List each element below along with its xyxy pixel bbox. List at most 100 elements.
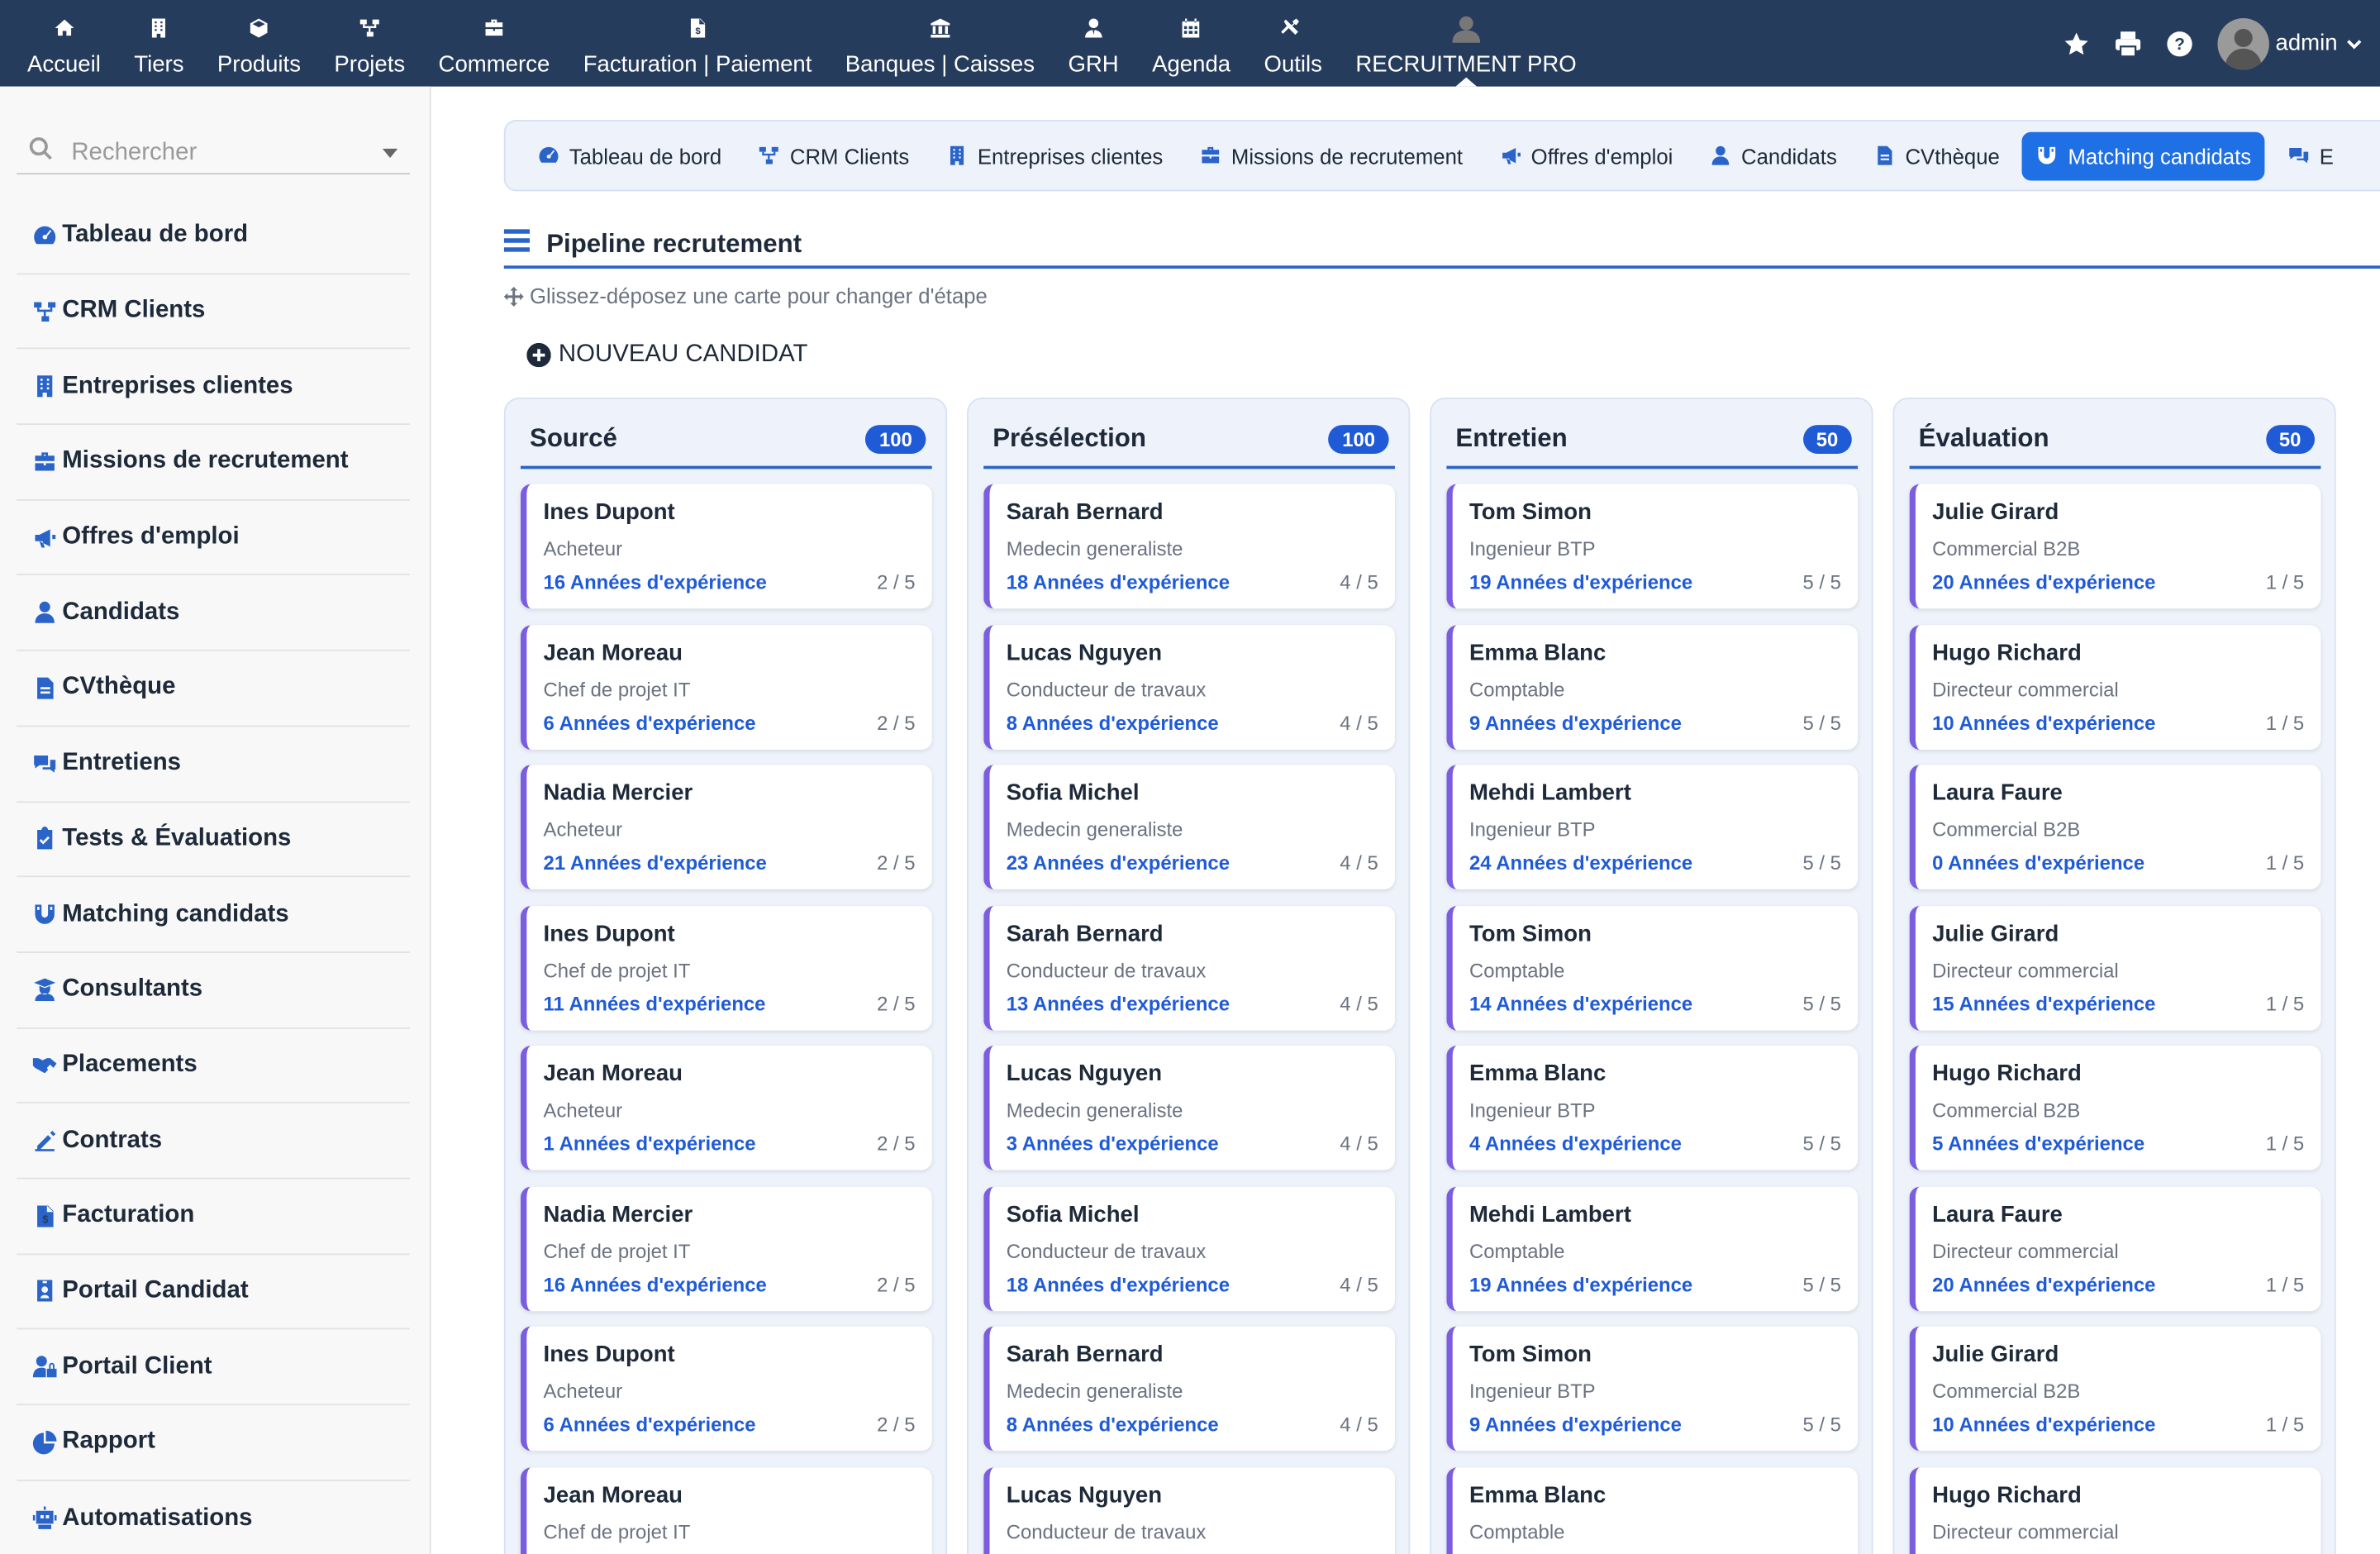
top-menu-item-projets[interactable]: Projets — [324, 0, 416, 87]
candidate-card[interactable]: Sarah Bernard Medecin generaliste 18 Année… — [983, 484, 1395, 609]
tab-cvth-que[interactable]: CVthèque — [1859, 131, 2013, 180]
crm-tree-icon — [758, 144, 781, 167]
candidate-score: 5 / 5 — [1802, 711, 1841, 734]
sidebar-item-offres-d-emploi[interactable]: Offres d'emploi — [17, 500, 410, 576]
tab-crm-clients[interactable]: CRM Clients — [745, 131, 923, 180]
candidate-role: Commercial B2B — [1932, 536, 2081, 560]
top-menu-item-agenda[interactable]: Agenda — [1141, 0, 1241, 87]
candidate-card[interactable]: Lucas Nguyen Conducteur de travaux 8 Année… — [983, 624, 1395, 750]
sidebar-item-missions-de-recrutement[interactable]: Missions de recrutement — [17, 425, 410, 501]
sidebar-item-crm-clients[interactable]: CRM Clients — [17, 274, 410, 350]
tab-candidats[interactable]: Candidats — [1696, 131, 1850, 180]
top-menu-item-grh[interactable]: GRH — [1058, 0, 1130, 87]
candidate-card[interactable]: Ines Dupont Chef de projet IT 11 Années d'… — [520, 905, 932, 1030]
candidate-card[interactable]: Emma Blanc Ingenieur BTP 4 Années d'expéri… — [1446, 1045, 1859, 1170]
candidate-experience: 18 Années d'expérience — [1006, 1272, 1230, 1295]
card-list: Ines Dupont Acheteur 16 Années d'expérienc… — [520, 484, 932, 1554]
sidebar-item-portail-candidat[interactable]: Portail Candidat — [17, 1255, 410, 1330]
candidate-role: Commercial B2B — [1932, 1099, 2081, 1122]
candidate-card[interactable]: Sofia Michel Medecin generaliste 23 Années… — [983, 765, 1395, 889]
sidebar-item-cvth-que[interactable]: CVthèque — [17, 651, 410, 727]
candidate-card[interactable]: Julie Girard Commercial B2B 10 Années d'ex… — [1909, 1326, 2321, 1452]
sidebar-item-consultants[interactable]: Consultants — [17, 953, 410, 1028]
candidate-score: 4 / 5 — [1340, 1413, 1378, 1436]
candidate-experience: 24 Années d'expérience — [1468, 851, 1693, 875]
candidate-card[interactable]: Sofia Michel Conducteur de travaux 18 Anné… — [983, 1185, 1395, 1311]
sidebar-item-contrats[interactable]: Contrats — [17, 1104, 410, 1180]
sidebar-item-automatisations[interactable]: Automatisations — [17, 1480, 410, 1554]
sidebar-item-label: Rapport — [62, 1428, 155, 1455]
chevron-down-icon[interactable] — [382, 148, 398, 158]
candidate-card[interactable]: Tom Simon Ingenieur BTP 19 Années d'expéri… — [1446, 484, 1859, 609]
candidate-card[interactable]: Mehdi Lambert Ingenieur BTP 24 Années d'ex… — [1446, 765, 1859, 889]
top-menu-item-facturation-paiement[interactable]: $ Facturation | Paiement — [573, 0, 822, 87]
candidate-card[interactable]: Ines Dupont Acheteur 6 Années d'expérience… — [520, 1326, 932, 1452]
top-menu-item-outils[interactable]: Outils — [1254, 0, 1333, 87]
candidate-card[interactable]: Sarah Bernard Conducteur de travaux 13 Ann… — [983, 905, 1395, 1030]
candidate-card[interactable]: Ines Dupont Acheteur 16 Années d'expérienc… — [520, 484, 932, 609]
candidate-card[interactable]: Laura Faure Commercial B2B 0 Années d'expé… — [1909, 765, 2321, 889]
candidate-card[interactable]: Mehdi Lambert Comptable 19 Années d'expéri… — [1446, 1185, 1859, 1311]
sidebar-item-candidats[interactable]: Candidats — [17, 576, 410, 651]
tab-e[interactable]: E — [2274, 131, 2348, 180]
candidate-card[interactable]: Tom Simon Comptable 14 Années d'expérience… — [1446, 905, 1859, 1030]
sidebar-search[interactable] — [17, 132, 410, 175]
top-menu-item-tiers[interactable]: Tiers — [123, 0, 194, 87]
candidate-card[interactable]: Lucas Nguyen Conducteur de travaux — [983, 1466, 1395, 1554]
candidate-card[interactable]: Lucas Nguyen Medecin generaliste 3 Années … — [983, 1045, 1395, 1170]
sidebar-item-placements[interactable]: Placements — [17, 1028, 410, 1104]
candidate-card[interactable]: Nadia Mercier Chef de projet IT 16 Années … — [520, 1185, 932, 1311]
sidebar-item-portail-client[interactable]: Portail Client — [17, 1330, 410, 1406]
kanban-column: Évaluation 50 Julie Girard Commercial B2B 20… — [1892, 398, 2336, 1554]
user-menu[interactable]: admin — [2217, 17, 2362, 69]
sidebar-item-label: Tableau de bord — [62, 222, 249, 248]
top-menu-item-banques-caisses[interactable]: Banques | Caisses — [835, 0, 1045, 87]
sidebar-item-entretiens[interactable]: Entretiens — [17, 727, 410, 803]
top-menu-item-produits[interactable]: Produits — [207, 0, 312, 87]
candidate-card[interactable]: Hugo Richard Commercial B2B 5 Années d'exp… — [1909, 1045, 2321, 1170]
candidate-card[interactable]: Laura Faure Directeur commercial 20 Années… — [1909, 1185, 2321, 1311]
avatar — [2217, 17, 2270, 69]
print-icon[interactable] — [2108, 23, 2148, 63]
column-header: Entretien 50 — [1446, 412, 1859, 470]
drag-hint: Glissez-déposez une carte pour changer d… — [503, 284, 988, 308]
candidate-card[interactable]: Nadia Mercier Acheteur 21 Années d'expérie… — [520, 765, 932, 889]
help-icon[interactable]: ? — [2160, 23, 2200, 63]
tab-tableau-de-bord[interactable]: Tableau de bord — [524, 131, 735, 180]
sidebar-item-tableau-de-bord[interactable]: Tableau de bord — [17, 199, 410, 274]
tab-label: Entreprises clientes — [977, 143, 1164, 168]
candidate-role: Conducteur de travaux — [1006, 958, 1207, 981]
candidate-card[interactable]: Tom Simon Ingenieur BTP 9 Années d'expérie… — [1446, 1326, 1859, 1452]
new-candidate-button[interactable]: NOUVEAU CANDIDAT — [526, 341, 807, 369]
candidate-role: Medecin generaliste — [1006, 818, 1183, 841]
sidebar-item-facturation[interactable]: $ Facturation — [17, 1179, 410, 1255]
candidate-card[interactable]: Jean Moreau Chef de projet IT 6 Années d'e… — [520, 624, 932, 750]
candidate-card[interactable]: Emma Blanc Comptable — [1446, 1466, 1859, 1554]
candidate-card[interactable]: Sarah Bernard Medecin generaliste 8 Années… — [983, 1326, 1395, 1452]
tab-offres-d-emploi[interactable]: Offres d'emploi — [1486, 131, 1687, 180]
candidate-card[interactable]: Julie Girard Commercial B2B 20 Années d'ex… — [1909, 484, 2321, 609]
star-icon[interactable] — [2057, 23, 2097, 63]
candidate-name: Julie Girard — [1932, 499, 2059, 526]
search-input[interactable] — [71, 138, 375, 167]
top-menu-item-recruitment-pro[interactable]: RECRUITMENT PRO — [1345, 0, 1587, 87]
top-menu-item-commerce[interactable]: Commerce — [428, 0, 560, 87]
candidate-role: Directeur commercial — [1932, 1239, 2119, 1262]
tab-missions-de-recrutement[interactable]: Missions de recrutement — [1186, 131, 1477, 180]
candidate-card[interactable]: Emma Blanc Comptable 9 Années d'expérience… — [1446, 624, 1859, 750]
invoice-icon: $ — [686, 15, 709, 41]
candidate-card[interactable]: Hugo Richard Directeur commercial — [1909, 1466, 2321, 1554]
column-title: Évaluation — [1918, 423, 2049, 453]
candidate-card[interactable]: Jean Moreau Acheteur 1 Années d'expérience… — [520, 1045, 932, 1170]
top-menu-item-accueil[interactable]: Accueil — [17, 0, 112, 87]
candidate-card[interactable]: Hugo Richard Directeur commercial 10 Année… — [1909, 624, 2321, 750]
sidebar-item-entreprises-clientes[interactable]: Entreprises clientes — [17, 350, 410, 426]
tab-entreprises-clientes[interactable]: Entreprises clientes — [932, 131, 1177, 180]
candidate-card[interactable]: Jean Moreau Chef de projet IT — [520, 1466, 932, 1554]
tab-matching-candidats[interactable]: Matching candidats — [2022, 131, 2265, 180]
sidebar-item-rapport[interactable]: Rapport — [17, 1405, 410, 1481]
sidebar-item-matching-candidats[interactable]: Matching candidats — [17, 878, 410, 953]
candidate-card[interactable]: Julie Girard Directeur commercial 15 Année… — [1909, 905, 2321, 1030]
sidebar-item-tests-valuations[interactable]: Tests & Évaluations — [17, 802, 410, 878]
candidate-score: 1 / 5 — [2265, 711, 2305, 734]
